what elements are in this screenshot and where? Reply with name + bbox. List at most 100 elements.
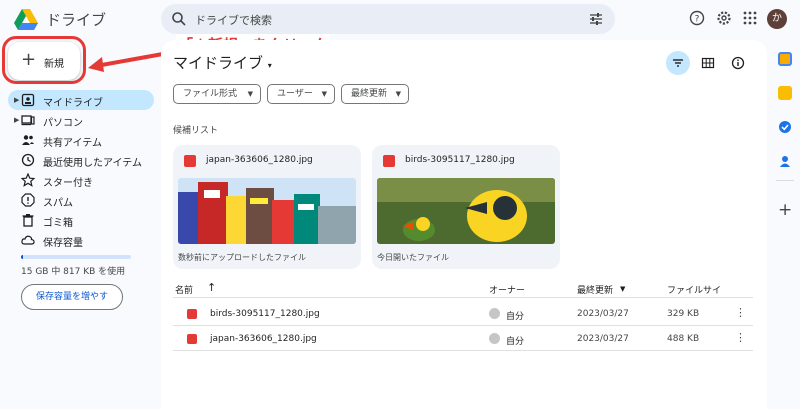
my-drive-icon [21, 93, 35, 107]
dropdown-arrow-icon: ▼ [395, 90, 401, 98]
card-subtitle: 今日開いたファイル [377, 253, 449, 262]
search-icon [172, 12, 186, 26]
sort-up-arrow-icon[interactable]: ↑ [207, 281, 216, 294]
help-icon[interactable]: ? [689, 10, 705, 26]
table-row[interactable]: japan-363606_1280.jpg 自分 2023/03/27 488 … [173, 327, 753, 351]
sidebar-item-recent[interactable]: 最近使用したアイテム [8, 150, 154, 170]
image-file-icon [184, 155, 196, 167]
row-owner: 自分 [506, 312, 525, 322]
page-title-text: マイドライブ [173, 54, 264, 72]
side-panel-divider [776, 180, 794, 181]
card-file-name: birds-3095117_1280.jpg [405, 155, 515, 165]
top-bar: ドライブ ドライブで検索 ? か [0, 0, 800, 40]
card-file-name: japan-363606_1280.jpg [206, 155, 313, 165]
info-icon [731, 56, 745, 70]
sidebar-item-storage[interactable]: 保存容量 [8, 230, 154, 250]
row-file-name: birds-3095117_1280.jpg [210, 309, 320, 319]
image-file-icon [187, 334, 197, 344]
search-bar[interactable]: ドライブで検索 [161, 4, 615, 34]
filter-chip-people[interactable]: ユーザー ▼ [267, 84, 335, 104]
row-file-size: 488 KB [667, 334, 700, 344]
get-more-storage-button[interactable]: 保存容量を増やす [21, 284, 123, 310]
shared-icon [22, 135, 34, 145]
search-input[interactable]: ドライブで検索 [195, 12, 272, 28]
drive-logo-icon[interactable] [14, 8, 38, 30]
expand-caret-icon[interactable]: ▶ [14, 96, 19, 104]
grid-view-button[interactable] [696, 51, 720, 75]
page-title[interactable]: マイドライブ ▾ [173, 52, 272, 73]
column-header-modified[interactable]: 最終更新 [577, 283, 613, 296]
row-owner: 自分 [506, 337, 525, 347]
filter-chip-modified[interactable]: 最終更新 ▼ [341, 84, 409, 104]
row-modified-date: 2023/03/27 [577, 309, 629, 319]
filter-icon [673, 59, 683, 67]
file-thumbnail-city [178, 178, 356, 244]
card-subtitle: 数秒前にアップロードしたファイル [178, 253, 306, 262]
file-table-header: 名前 ↑ オーナー 最終更新 ▼ ファイルサイ [173, 280, 753, 298]
dropdown-arrow-icon: ▼ [321, 90, 327, 98]
sidebar-item-spam[interactable]: スパム [8, 190, 154, 210]
contacts-icon[interactable] [778, 154, 792, 168]
storage-usage-bar [21, 255, 131, 259]
new-button-highlight-box [2, 36, 86, 84]
sidebar-item-shared[interactable]: 共有アイテム [8, 130, 154, 150]
user-avatar[interactable]: か [767, 9, 787, 29]
calendar-icon[interactable] [778, 52, 792, 66]
sidebar-nav: ▶ マイドライブ ▶ パソコン 共有アイテム 最近使用したアイテム スター付き … [8, 90, 154, 250]
sidebar-item-label: ゴミ箱 [43, 218, 73, 229]
apps-grid-icon[interactable] [742, 10, 758, 26]
owner-avatar-icon [489, 333, 500, 344]
sidebar-item-starred[interactable]: スター付き [8, 170, 154, 190]
filter-chip-label: ユーザー [277, 89, 313, 99]
spam-icon [21, 193, 35, 207]
row-file-name: japan-363606_1280.jpg [210, 334, 317, 344]
details-button[interactable] [726, 51, 750, 75]
keep-icon[interactable] [778, 86, 792, 100]
sidebar-item-label: スター付き [43, 178, 93, 189]
app-title: ドライブ [46, 11, 107, 29]
storage-usage-fill [21, 255, 24, 259]
sort-down-icon: ▼ [620, 285, 626, 293]
filter-chip-label: 最終更新 [351, 89, 388, 99]
search-options-icon[interactable] [589, 12, 603, 26]
settings-gear-icon[interactable] [716, 10, 732, 26]
star-icon [21, 173, 35, 187]
add-on-plus-icon[interactable]: + [778, 202, 792, 219]
image-file-icon [187, 309, 197, 319]
sidebar-item-my-drive[interactable]: ▶ マイドライブ [8, 90, 154, 110]
expand-caret-icon[interactable]: ▶ [14, 116, 19, 124]
sidebar-item-label: スパム [43, 198, 73, 209]
storage-usage-text: 15 GB 中 817 KB を使用 [21, 267, 126, 277]
chevron-down-icon: ▾ [267, 61, 272, 70]
filter-chip-file-type[interactable]: ファイル形式 ▼ [173, 84, 261, 104]
svg-text:?: ? [695, 15, 700, 25]
column-header-name[interactable]: 名前 [175, 283, 193, 296]
column-header-size[interactable]: ファイルサイ [667, 283, 721, 296]
cloud-icon [21, 235, 35, 245]
file-thumbnail-birds [377, 178, 555, 244]
sidebar-item-label: マイドライブ [43, 98, 103, 109]
row-file-size: 329 KB [667, 309, 700, 319]
sidebar-item-label: 共有アイテム [43, 138, 102, 149]
clock-icon [21, 153, 35, 167]
main-panel: マイドライブ ▾ ファイル形式 ▼ ユーザー ▼ 最終更新 ▼ 候補リスト japan… [161, 40, 767, 409]
more-actions-icon[interactable]: ⋮ [735, 306, 746, 319]
table-row[interactable]: birds-3095117_1280.jpg 自分 2023/03/27 329… [173, 302, 753, 326]
sidebar-item-label: パソコン [43, 118, 83, 129]
sidebar-item-computers[interactable]: ▶ パソコン [8, 110, 154, 130]
image-file-icon [383, 155, 395, 167]
suggested-file-card[interactable]: birds-3095117_1280.jpg 今日開いたファイル [372, 145, 560, 269]
sidebar-item-label: 最近使用したアイテム [43, 158, 142, 169]
tasks-icon[interactable] [778, 120, 792, 134]
sidebar-item-trash[interactable]: ゴミ箱 [8, 210, 154, 230]
dropdown-arrow-icon: ▼ [247, 90, 253, 98]
suggested-file-card[interactable]: japan-363606_1280.jpg 数秒前にアップロードしたファイル [173, 145, 361, 269]
suggested-section-label: 候補リスト [173, 126, 219, 136]
more-actions-icon[interactable]: ⋮ [735, 331, 746, 344]
owner-avatar-icon [489, 308, 500, 319]
grid-view-icon [701, 57, 715, 69]
column-header-owner[interactable]: オーナー [489, 283, 525, 296]
trash-icon [22, 214, 34, 227]
computer-icon [21, 115, 35, 126]
filter-toggle-button[interactable] [666, 51, 690, 75]
